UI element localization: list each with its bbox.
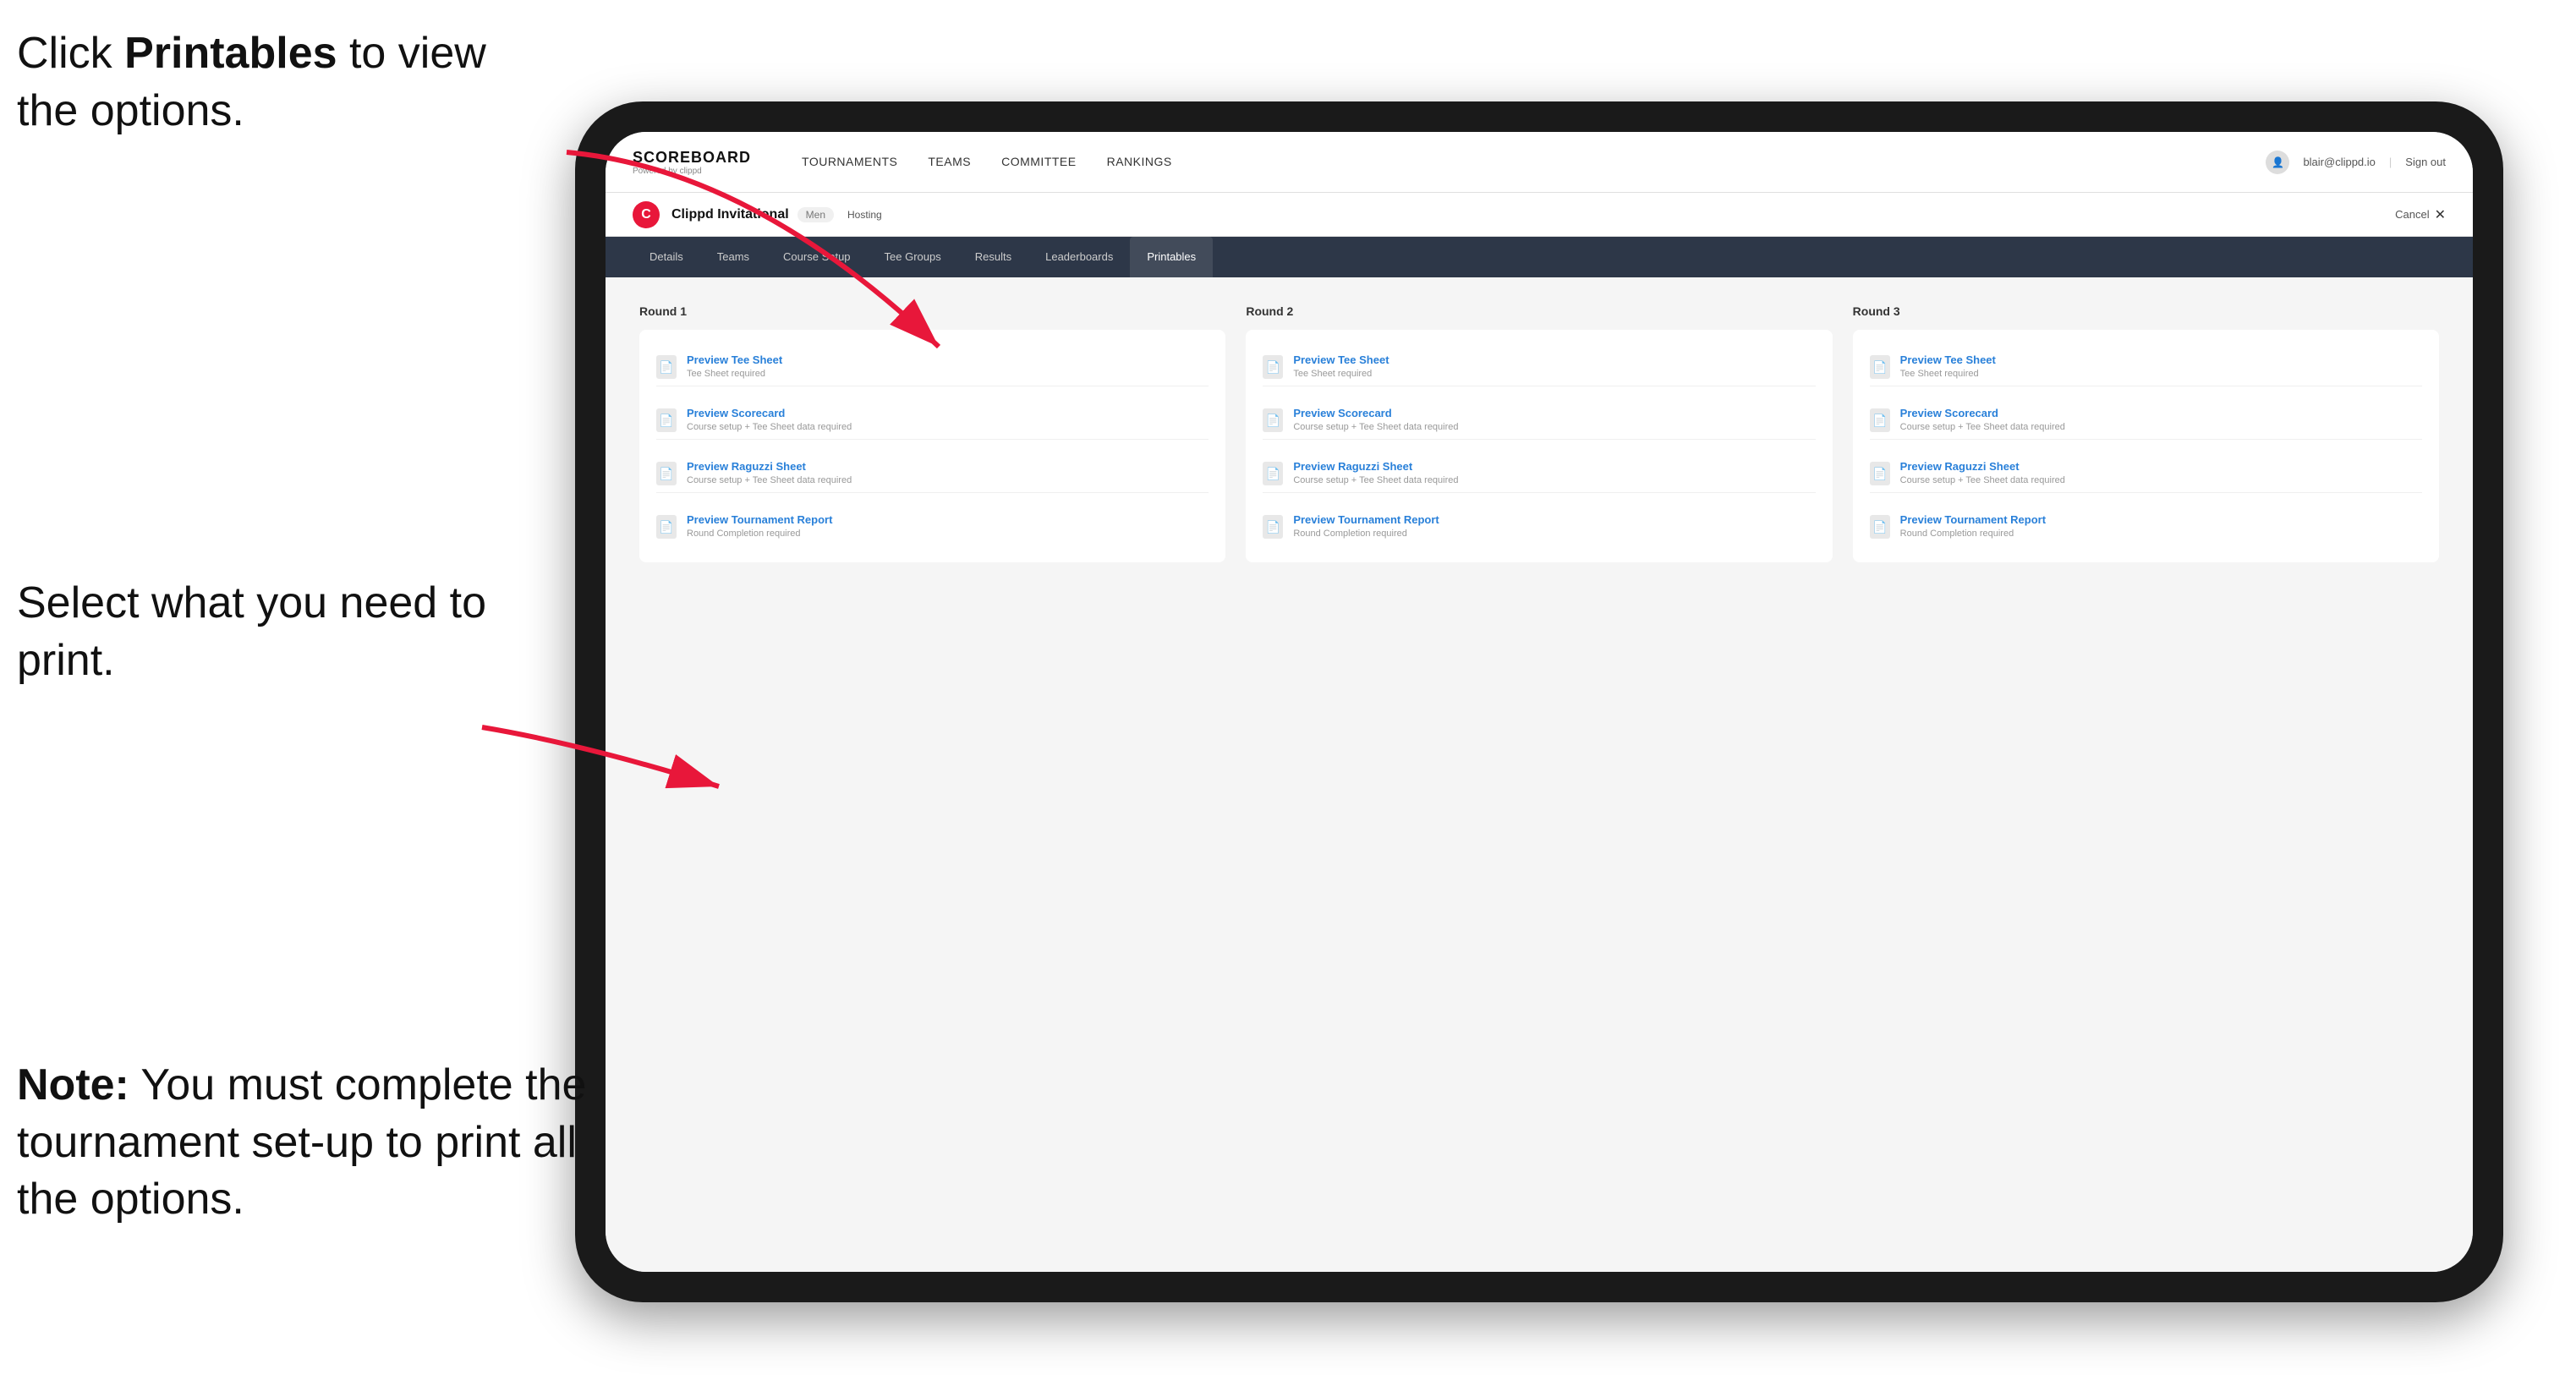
print-item-r1-4[interactable]: Preview Tournament Report Round Completio…	[656, 507, 1209, 545]
print-icon-r3-2	[1870, 408, 1890, 432]
middle-annotation: Select what you need to print.	[17, 575, 507, 689]
print-text-r1-3: Preview Raguzzi Sheet Course setup + Tee …	[687, 460, 852, 485]
print-title-r3-4: Preview Tournament Report	[1900, 513, 2046, 526]
print-icon-r3-1	[1870, 355, 1890, 379]
print-subtitle-r3-4: Round Completion required	[1900, 529, 2046, 539]
print-text-r3-1: Preview Tee Sheet Tee Sheet required	[1900, 353, 1996, 379]
print-text-r2-1: Preview Tee Sheet Tee Sheet required	[1293, 353, 1389, 379]
tab-leaderboards[interactable]: Leaderboards	[1028, 237, 1130, 277]
sign-out-link[interactable]: Sign out	[2405, 156, 2446, 168]
round-3-title: Round 3	[1853, 304, 2439, 318]
print-icon-r3-3	[1870, 462, 1890, 485]
nav-separator: |	[2389, 156, 2392, 168]
print-text-r3-3: Preview Raguzzi Sheet Course setup + Tee …	[1900, 460, 2065, 485]
print-title-r2-3: Preview Raguzzi Sheet	[1293, 460, 1458, 473]
print-icon-r2-2	[1263, 408, 1283, 432]
cancel-label: Cancel	[2395, 208, 2429, 221]
print-icon-r2-4	[1263, 515, 1283, 539]
middle-annotation-text: Select what you need to print.	[17, 578, 486, 685]
print-subtitle-r3-1: Tee Sheet required	[1900, 369, 1996, 379]
print-title-r2-4: Preview Tournament Report	[1293, 513, 1439, 526]
print-title-r1-4: Preview Tournament Report	[687, 513, 832, 526]
print-item-r3-4[interactable]: Preview Tournament Report Round Completio…	[1870, 507, 2422, 545]
printables-bold: Printables	[124, 29, 337, 78]
print-icon-r1-4	[656, 515, 677, 539]
user-email: blair@clippd.io	[2303, 156, 2375, 168]
print-title-r3-1: Preview Tee Sheet	[1900, 353, 1996, 366]
round-2-card: Preview Tee SheetTee Sheet requiredPrevi…	[1246, 330, 1832, 562]
print-icon-r2-3	[1263, 462, 1283, 485]
print-subtitle-r2-1: Tee Sheet required	[1293, 369, 1389, 379]
tab-printables[interactable]: Printables	[1130, 237, 1213, 277]
print-subtitle-r3-2: Course setup + Tee Sheet data required	[1900, 422, 2065, 432]
top-nav-links: TOURNAMENTS TEAMS COMMITTEE RANKINGS	[802, 151, 2266, 173]
print-icon-r3-4	[1870, 515, 1890, 539]
note-bold: Note:	[17, 1060, 129, 1109]
cancel-button[interactable]: Cancel ✕	[2395, 206, 2446, 223]
print-item-r2-3[interactable]: Preview Raguzzi Sheet Course setup + Tee …	[1263, 453, 1815, 493]
print-item-r2-2[interactable]: Preview Scorecard Course setup + Tee Shee…	[1263, 400, 1815, 440]
print-icon-r2-1	[1263, 355, 1283, 379]
print-icon-r1-3	[656, 462, 677, 485]
arrow-print-items	[414, 693, 753, 829]
print-subtitle-r3-3: Course setup + Tee Sheet data required	[1900, 475, 2065, 485]
bottom-annotation: Note: You must complete the tournament s…	[17, 1057, 592, 1229]
arrow-printables	[414, 101, 1006, 423]
print-item-r3-2[interactable]: Preview Scorecard Course setup + Tee Shee…	[1870, 400, 2422, 440]
print-text-r1-4: Preview Tournament Report Round Completio…	[687, 513, 832, 539]
top-nav-right: 👤 blair@clippd.io | Sign out	[2266, 151, 2446, 174]
print-item-r3-1[interactable]: Preview Tee Sheet Tee Sheet required	[1870, 347, 2422, 386]
print-text-r2-2: Preview Scorecard Course setup + Tee Shee…	[1293, 407, 1458, 432]
print-item-r2-1[interactable]: Preview Tee Sheet Tee Sheet required	[1263, 347, 1815, 386]
cancel-icon: ✕	[2435, 206, 2446, 223]
round-2: Round 2 Preview Tee Sheet Tee Sheet requir…	[1246, 304, 1832, 562]
print-text-r2-4: Preview Tournament Report Round Completio…	[1293, 513, 1439, 539]
print-title-r3-3: Preview Raguzzi Sheet	[1900, 460, 2065, 473]
print-subtitle-r2-3: Course setup + Tee Sheet data required	[1293, 475, 1458, 485]
print-item-r2-4[interactable]: Preview Tournament Report Round Completio…	[1263, 507, 1815, 545]
print-text-r3-4: Preview Tournament Report Round Completio…	[1900, 513, 2046, 539]
print-subtitle-r1-4: Round Completion required	[687, 529, 832, 539]
print-subtitle-r1-3: Course setup + Tee Sheet data required	[687, 475, 852, 485]
print-text-r3-2: Preview Scorecard Course setup + Tee Shee…	[1900, 407, 2065, 432]
print-title-r2-2: Preview Scorecard	[1293, 407, 1458, 419]
print-title-r3-2: Preview Scorecard	[1900, 407, 2065, 419]
nav-rankings[interactable]: RANKINGS	[1107, 151, 1172, 173]
round-2-title: Round 2	[1246, 304, 1832, 318]
print-subtitle-r1-2: Course setup + Tee Sheet data required	[687, 422, 852, 432]
print-subtitle-r2-2: Course setup + Tee Sheet data required	[1293, 422, 1458, 432]
print-title-r2-1: Preview Tee Sheet	[1293, 353, 1389, 366]
print-text-r2-3: Preview Raguzzi Sheet Course setup + Tee …	[1293, 460, 1458, 485]
main-content: Round 1Preview Tee SheetTee Sheet requir…	[606, 277, 2473, 1272]
print-item-r1-3[interactable]: Preview Raguzzi Sheet Course setup + Tee …	[656, 453, 1209, 493]
print-title-r1-3: Preview Raguzzi Sheet	[687, 460, 852, 473]
round-3: Round 3 Preview Tee Sheet Tee Sheet requir…	[1853, 304, 2439, 562]
user-avatar: 👤	[2266, 151, 2289, 174]
print-subtitle-r2-4: Round Completion required	[1293, 529, 1439, 539]
print-item-r3-3[interactable]: Preview Raguzzi Sheet Course setup + Tee …	[1870, 453, 2422, 493]
nav-committee[interactable]: COMMITTEE	[1001, 151, 1077, 173]
round-3-card: Preview Tee SheetTee Sheet requiredPrevi…	[1853, 330, 2439, 562]
